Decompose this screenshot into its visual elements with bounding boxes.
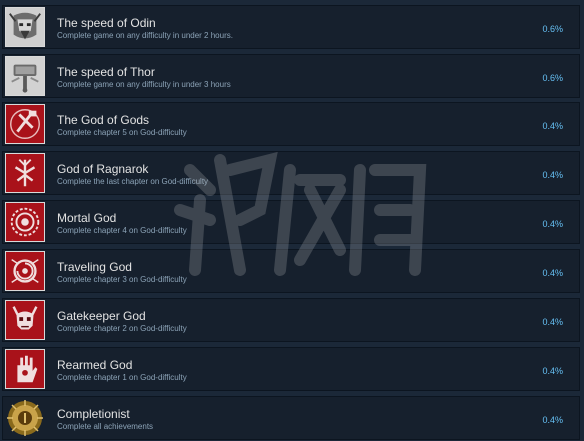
- achievement-title: Completionist: [57, 407, 130, 421]
- achievement-row[interactable]: The speed of Thor Complete game on any d…: [2, 54, 580, 98]
- rearmed-hand-icon: [5, 349, 45, 389]
- ragnarok-icon: [5, 153, 45, 193]
- achievement-row[interactable]: Mortal God Complete chapter 4 on God-dif…: [2, 200, 580, 244]
- achievement-title: Gatekeeper God: [57, 309, 146, 323]
- achievement-row[interactable]: Rearmed God Complete chapter 1 on God-di…: [2, 347, 580, 391]
- achievement-percent: 0.4%: [542, 415, 563, 425]
- achievement-row[interactable]: God of Ragnarok Complete the last chapte…: [2, 151, 580, 195]
- achievement-description: Complete chapter 2 on God-difficulty: [57, 324, 187, 333]
- gatekeeper-skull-icon: [5, 300, 45, 340]
- achievement-description: Complete chapter 4 on God-difficulty: [57, 226, 187, 235]
- achievement-percent: 0.6%: [542, 24, 563, 34]
- completionist-sun-icon: [5, 398, 45, 438]
- thor-hammer-icon: [5, 56, 45, 96]
- achievement-row[interactable]: The God of Gods Complete chapter 5 on Go…: [2, 102, 580, 146]
- achievement-title: Traveling God: [57, 260, 132, 274]
- achievement-row[interactable]: The speed of Odin Complete game on any d…: [2, 5, 580, 49]
- achievement-title: Rearmed God: [57, 358, 133, 372]
- achievement-description: Complete game on any difficulty in under…: [57, 31, 233, 40]
- achievement-description: Complete chapter 3 on God-difficulty: [57, 275, 187, 284]
- achievement-percent: 0.4%: [542, 121, 563, 131]
- achievement-row[interactable]: Completionist Complete all achievements …: [2, 396, 580, 440]
- traveling-god-icon: [5, 251, 45, 291]
- mortal-god-icon: [5, 202, 45, 242]
- achievement-title: The God of Gods: [57, 113, 150, 127]
- achievement-row[interactable]: Traveling God Complete chapter 3 on God-…: [2, 249, 580, 293]
- achievement-description: Complete all achievements: [57, 422, 154, 431]
- achievement-percent: 0.4%: [542, 366, 563, 376]
- achievement-description: Complete chapter 5 on God-difficulty: [57, 128, 187, 137]
- achievement-row[interactable]: Gatekeeper God Complete chapter 2 on God…: [2, 298, 580, 342]
- achievement-description: Complete the last chapter on God-difficu…: [57, 177, 209, 186]
- achievement-percent: 0.6%: [542, 73, 563, 83]
- god-of-gods-icon: [5, 104, 45, 144]
- achievement-percent: 0.4%: [542, 170, 563, 180]
- achievement-description: Complete game on any difficulty in under…: [57, 80, 231, 89]
- achievement-title: The speed of Odin: [57, 16, 156, 30]
- achievement-percent: 0.4%: [542, 219, 563, 229]
- achievement-percent: 0.4%: [542, 268, 563, 278]
- odin-helm-icon: [5, 7, 45, 47]
- achievement-percent: 0.4%: [542, 317, 563, 327]
- achievement-title: The speed of Thor: [57, 65, 155, 79]
- achievement-description: Complete chapter 1 on God-difficulty: [57, 373, 187, 382]
- achievement-title: God of Ragnarok: [57, 162, 149, 176]
- achievement-title: Mortal God: [57, 211, 117, 225]
